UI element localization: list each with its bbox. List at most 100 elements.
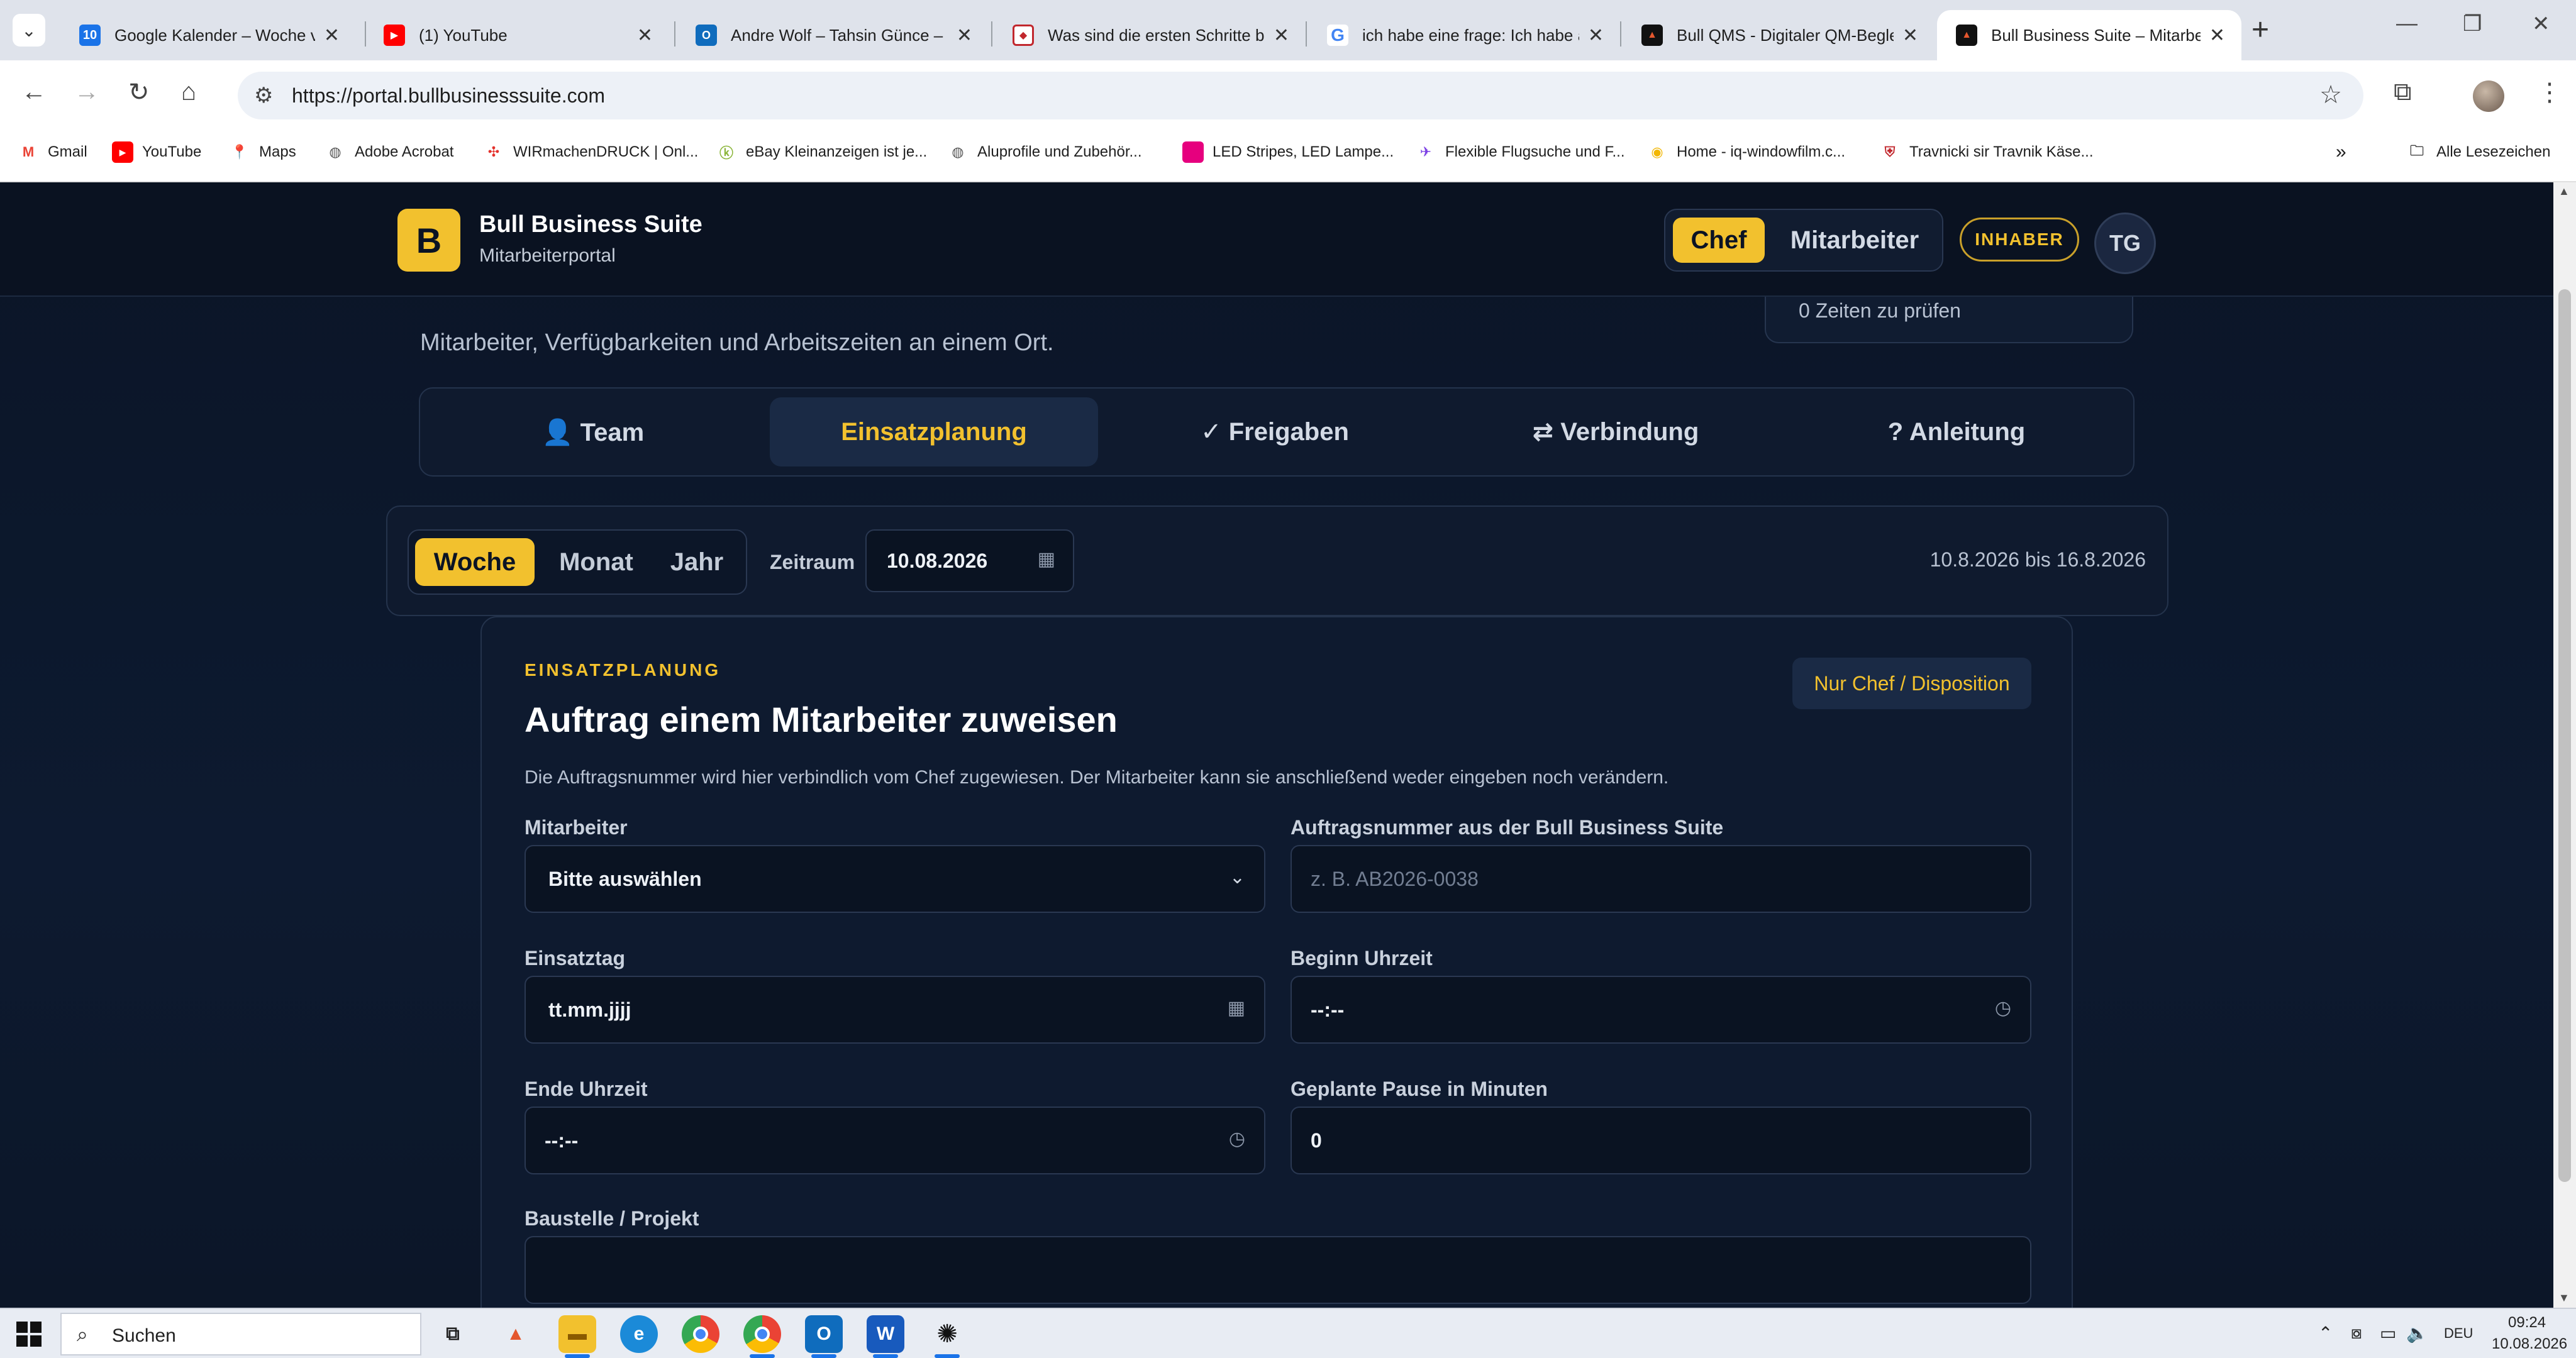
chevron-down-icon: ⌄ [1229, 867, 1245, 888]
employee-label: Mitarbeiter [525, 816, 628, 839]
order-number-input[interactable]: z. B. AB2026-0038 [1291, 845, 2031, 913]
new-tab-plus-icon[interactable]: + [2251, 13, 2269, 47]
extensions-puzzle-icon[interactable]: ⧉ [2394, 78, 2412, 106]
minimize-icon[interactable]: — [2396, 11, 2418, 36]
taskbar-search[interactable]: ⌕ Suchen [60, 1313, 421, 1355]
browser-menu-icon[interactable]: ⋮ [2537, 78, 2562, 107]
all-bookmarks[interactable]: 🗀 Alle Lesezeichen [2406, 140, 2550, 165]
browser-tab-google-calendar[interactable]: 10 Google Kalender – Woche vom ✕ [60, 10, 356, 60]
bookmark-star-icon[interactable]: ☆ [2319, 80, 2342, 109]
bookmark-led-stripes[interactable]: LED Stripes, LED Lampe... [1182, 140, 1394, 165]
bookmark-flugsuche[interactable]: ✈ Flexible Flugsuche und F... [1415, 140, 1625, 165]
clock-time[interactable]: 09:24 [2508, 1314, 2546, 1332]
browser-tab-youtube[interactable]: ▶ (1) YouTube ✕ [365, 10, 669, 60]
user-avatar[interactable]: TG [2094, 213, 2156, 274]
period-week-button[interactable]: Woche [415, 538, 535, 586]
tab-team[interactable]: 👤 Team [429, 397, 757, 466]
url-text[interactable]: https://portal.bullbusinesssuite.com [292, 84, 605, 108]
bookmark-aluprofile[interactable]: ◍ Aluprofile und Zubehör... [947, 140, 1141, 165]
bookmark-kleinanzeigen[interactable]: ⓚ eBay Kleinanzeigen ist je... [716, 140, 927, 165]
pause-input[interactable]: 0 [1291, 1107, 2031, 1174]
period-year-button[interactable]: Jahr [655, 538, 738, 586]
chrome-icon[interactable] [682, 1315, 719, 1353]
close-icon[interactable]: ✕ [324, 25, 340, 47]
clock-icon[interactable]: ◷ [1229, 1128, 1245, 1150]
browser-tab-outlook[interactable]: O Andre Wolf – Tahsin Günce – O ✕ [677, 10, 989, 60]
chrome-profile-icon[interactable] [743, 1315, 781, 1353]
site-settings-icon[interactable]: ⚙ [254, 83, 273, 108]
tab-verbindung[interactable]: ⇄ Verbindung [1452, 397, 1780, 466]
period-date-input[interactable]: 10.08.2026 ▦ [865, 529, 1074, 592]
close-icon[interactable]: ✕ [2209, 25, 2225, 47]
scroll-thumb[interactable] [2558, 289, 2571, 1182]
edge-icon[interactable]: e [620, 1315, 658, 1353]
file-explorer-icon[interactable]: ▬ [558, 1315, 596, 1353]
close-icon[interactable]: ✕ [957, 25, 972, 47]
restore-icon[interactable]: ❐ [2463, 11, 2482, 36]
close-icon[interactable]: ✕ [1588, 25, 1604, 47]
shield-icon: ⛨ [1884, 144, 1896, 160]
scroll-up-icon[interactable]: ▲ [2558, 185, 2570, 198]
close-icon[interactable]: ✕ [1902, 25, 1918, 47]
tab-title: Bull Business Suite – Mitarbeit [1991, 25, 2201, 45]
day-label: Einsatztag [525, 947, 626, 969]
task-view-icon[interactable]: ⧉ [434, 1315, 472, 1353]
scroll-down-icon[interactable]: ▼ [2558, 1291, 2570, 1305]
bookmark-iq-windowfilm[interactable]: ◉ Home - iq-windowfilm.c... [1646, 140, 1845, 165]
browser-tab-bull-qms[interactable]: ▲ Bull QMS - Digitaler QM-Begle ✕ [1623, 10, 1935, 60]
network-icon[interactable]: ▭ [2380, 1323, 2396, 1344]
profile-avatar[interactable] [2473, 80, 2504, 112]
browser-tab-erste-schritte[interactable]: ◆ Was sind die ersten Schritte be ✕ [994, 10, 1306, 60]
outlook-app-icon[interactable]: O [805, 1315, 843, 1353]
employee-select[interactable]: Bitte auswählen ⌄ [525, 845, 1265, 913]
site-input[interactable] [525, 1236, 2031, 1304]
clock-date[interactable]: 10.08.2026 [2492, 1335, 2567, 1353]
tray-app-icon[interactable]: ⧇ [2351, 1323, 2362, 1344]
role-chef-button[interactable]: Chef [1673, 218, 1765, 263]
page-scrollbar[interactable]: ▲ ▼ [2553, 182, 2576, 1308]
calendar-icon[interactable]: ▦ [1038, 548, 1055, 570]
period-filter-bar: Woche Monat Jahr Zeitraum 10.08.2026 ▦ 1… [386, 505, 2168, 616]
word-app-icon[interactable]: W [867, 1315, 904, 1353]
bookmark-adobe-acrobat[interactable]: ◍ Adobe Acrobat [325, 140, 453, 165]
form-title: Auftrag einem Mitarbeiter zuweisen [525, 700, 1118, 739]
forward-arrow-icon[interactable]: → [74, 78, 99, 106]
iq-icon: ◉ [1651, 144, 1663, 160]
review-summary-card[interactable]: 0 Zeiten zu prüfen [1765, 297, 2133, 343]
bookmark-wirmachendruck[interactable]: ✣ WIRmachenDRUCK | Onl... [483, 140, 699, 165]
bookmark-travnicki[interactable]: ⛨ Travnicki sir Travnik Käse... [1879, 140, 2094, 165]
language-indicator[interactable]: DEU [2444, 1325, 2473, 1342]
calendar-icon[interactable]: ▦ [1228, 997, 1245, 1019]
close-icon[interactable]: ✕ [1274, 25, 1289, 47]
bookmark-maps[interactable]: 📍 Maps [229, 140, 296, 165]
chatgpt-app-icon[interactable]: ✺ [928, 1315, 966, 1353]
google-calendar-icon: 10 [79, 25, 101, 46]
start-time-input[interactable]: --:-- ◷ [1291, 976, 2031, 1044]
tab-anleitung[interactable]: ? Anleitung [1792, 397, 2121, 466]
address-bar[interactable]: ⚙ https://portal.bullbusinesssuite.com ☆ [238, 72, 2363, 119]
tab-freigaben[interactable]: ✓ Freigaben [1111, 397, 1439, 466]
volume-icon[interactable]: 🔈 [2406, 1323, 2428, 1344]
tray-chevron-icon[interactable]: ⌃ [2318, 1323, 2333, 1344]
acrobat-app-icon[interactable]: ▲ [497, 1315, 535, 1353]
tab-einsatzplanung[interactable]: Einsatzplanung [770, 397, 1098, 466]
windows-start-icon[interactable] [16, 1322, 42, 1347]
close-icon[interactable]: ✕ [637, 25, 653, 47]
window-close-icon[interactable]: ✕ [2532, 11, 2550, 36]
order-number-label: Auftragsnummer aus der Bull Business Sui… [1291, 816, 1724, 839]
browser-tab-bull-business-suite[interactable]: ▲ Bull Business Suite – Mitarbeit ✕ [1937, 10, 2241, 60]
day-input[interactable]: tt.mm.jjjj ▦ [525, 976, 1265, 1044]
bookmark-gmail[interactable]: M Gmail [18, 140, 87, 165]
bull-icon: ▲ [1956, 25, 1977, 46]
bookmark-youtube[interactable]: ▶ YouTube [112, 140, 201, 165]
more-bookmarks-chevron-icon[interactable]: » [2336, 140, 2346, 165]
role-employee-button[interactable]: Mitarbeiter [1777, 218, 1932, 263]
end-time-input[interactable]: --:-- ◷ [525, 1107, 1265, 1174]
home-icon[interactable]: ⌂ [181, 78, 196, 106]
period-month-button[interactable]: Monat [538, 538, 654, 586]
clock-icon[interactable]: ◷ [1995, 997, 2011, 1019]
back-arrow-icon[interactable]: ← [21, 78, 47, 106]
browser-tab-google-search[interactable]: G ich habe eine frage: Ich habe a ✕ [1308, 10, 1620, 60]
reload-icon[interactable]: ↻ [128, 78, 150, 107]
tab-search-chevron-icon[interactable]: ⌄ [13, 14, 45, 47]
